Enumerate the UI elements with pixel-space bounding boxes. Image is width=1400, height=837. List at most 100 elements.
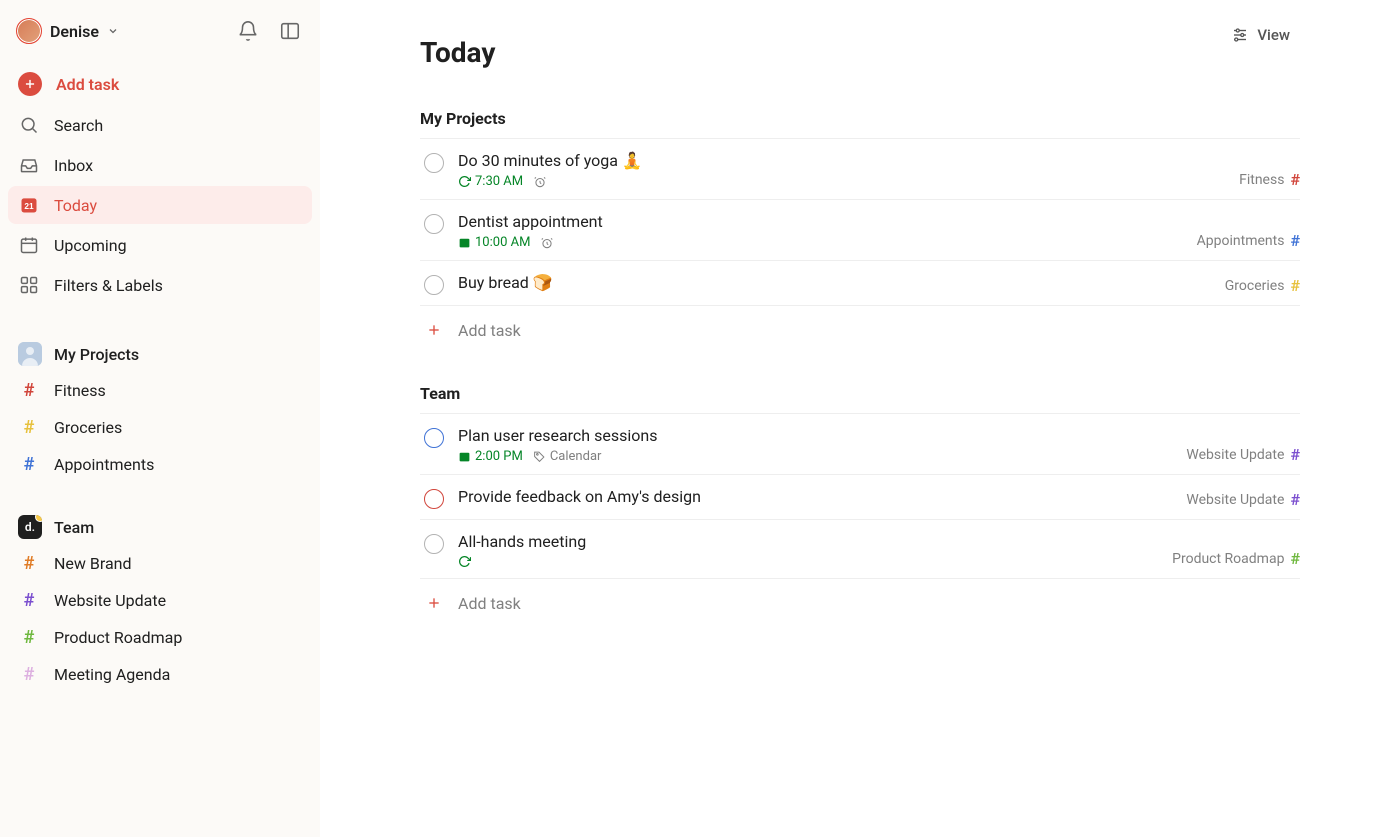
workspace-avatar: [18, 342, 42, 366]
sidebar-project-fitness[interactable]: #Fitness: [8, 372, 312, 409]
panel-icon: [279, 20, 301, 42]
calendar-small-icon: [458, 450, 471, 463]
sidebar: Denise Add task: [0, 0, 320, 837]
main: Today View My ProjectsDo 30 minutes of y…: [320, 0, 1400, 837]
project-label: Appointments: [1197, 233, 1285, 249]
task-time: 7:30 AM: [458, 174, 523, 189]
task-row[interactable]: Do 30 minutes of yoga 🧘7:30 AMFitness #: [420, 139, 1300, 200]
hash-icon: #: [18, 454, 40, 475]
task-body: Do 30 minutes of yoga 🧘7:30 AM: [458, 151, 1300, 189]
view-label: View: [1257, 26, 1290, 44]
task-project-link[interactable]: Product Roadmap#: [1172, 549, 1300, 568]
workspace-team[interactable]: d. Team: [8, 497, 312, 545]
project-label: New Brand: [54, 554, 132, 573]
task-body: Buy bread 🍞: [458, 273, 1300, 295]
bell-icon: [237, 20, 259, 42]
calendar-today-icon: 21: [18, 194, 40, 216]
nav-filters[interactable]: Filters & Labels: [8, 266, 312, 304]
user-name: Denise: [50, 22, 99, 41]
group-title: Team: [420, 384, 1300, 413]
task-title: Buy bread 🍞: [458, 273, 1300, 292]
task-project-link[interactable]: Website Update #: [1186, 490, 1300, 509]
task-title: Plan user research sessions: [458, 426, 1300, 445]
task-row[interactable]: All-hands meetingProduct Roadmap#: [420, 520, 1300, 579]
add-task-label: Add task: [458, 594, 521, 613]
reminder-icon: [540, 236, 554, 250]
workspace-label: Team: [54, 518, 94, 537]
notifications-button[interactable]: [234, 17, 262, 45]
nav-today[interactable]: 21 Today: [8, 186, 312, 224]
task-time: 10:00 AM: [458, 235, 530, 250]
sidebar-project-website-update[interactable]: # Website Update: [8, 582, 312, 619]
add-task-inline[interactable]: Add task: [420, 306, 1300, 344]
workspace-avatar: d.: [18, 515, 42, 539]
sidebar-project-product-roadmap[interactable]: #Product Roadmap: [8, 619, 312, 656]
task-checkbox[interactable]: [424, 153, 444, 173]
recurring-icon: [458, 555, 471, 568]
task-row[interactable]: Plan user research sessions 2:00 PM Calend…: [420, 414, 1300, 475]
add-task-inline[interactable]: Add task: [420, 579, 1300, 617]
sidebar-project-appointments[interactable]: # Appointments: [8, 446, 312, 483]
sidebar-project-new-brand[interactable]: # New Brand: [8, 545, 312, 582]
add-task-button[interactable]: Add task: [8, 64, 312, 104]
view-button[interactable]: View: [1221, 20, 1300, 50]
task-project-link[interactable]: Groceries #: [1225, 276, 1300, 295]
reminder-icon: [533, 175, 547, 189]
task-meta: 2:00 PM Calendar: [458, 449, 1300, 464]
task-title: Provide feedback on Amy's design: [458, 487, 1300, 506]
workspace-badge-icon: [35, 515, 42, 522]
task-row[interactable]: Provide feedback on Amy's designWebsite …: [420, 475, 1300, 520]
chevron-down-icon: [107, 25, 119, 37]
project-label: Fitness: [1239, 172, 1284, 188]
svg-text:21: 21: [24, 201, 34, 211]
task-body: Dentist appointment 10:00 AM: [458, 212, 1300, 250]
task-body: Plan user research sessions 2:00 PM Calend…: [458, 426, 1300, 464]
add-task-label: Add task: [56, 75, 119, 94]
search-icon: [18, 114, 40, 136]
calendar-icon: [18, 234, 40, 256]
nav-label: Search: [54, 116, 103, 135]
tag-icon: [533, 450, 546, 463]
hash-icon: #: [1290, 170, 1300, 189]
sidebar-project-meeting-agenda[interactable]: #Meeting Agenda: [8, 656, 312, 693]
hash-icon: #: [1290, 490, 1300, 509]
task-row[interactable]: Buy bread 🍞Groceries #: [420, 261, 1300, 306]
hash-icon: #: [18, 590, 40, 611]
task-list: Plan user research sessions 2:00 PM Calend…: [420, 413, 1300, 579]
hash-icon: #: [18, 553, 40, 574]
sliders-icon: [1231, 26, 1249, 44]
nav-upcoming[interactable]: Upcoming: [8, 226, 312, 264]
hash-icon: #: [1290, 276, 1300, 295]
task-project-link[interactable]: Website Update #: [1186, 445, 1300, 464]
sidebar-top: Denise: [8, 12, 312, 60]
task-checkbox[interactable]: [424, 534, 444, 554]
project-label: Website Update: [54, 591, 166, 610]
task-checkbox[interactable]: [424, 214, 444, 234]
nav-inbox[interactable]: Inbox: [8, 146, 312, 184]
task-project-link[interactable]: Appointments#: [1197, 231, 1300, 250]
hash-icon: #: [18, 417, 40, 438]
workspace-my-projects[interactable]: My Projects: [8, 324, 312, 372]
task-title: Dentist appointment: [458, 212, 1300, 231]
task-checkbox[interactable]: [424, 489, 444, 509]
sidebar-project-groceries[interactable]: # Groceries: [8, 409, 312, 446]
project-label: Groceries: [1225, 278, 1285, 294]
inbox-icon: [18, 154, 40, 176]
task-label[interactable]: Calendar: [533, 449, 602, 464]
task-group-team: Team Plan user research sessions 2:00 PM Ca…: [420, 384, 1300, 617]
project-label: Website Update: [1186, 492, 1284, 508]
project-label: Website Update: [1186, 447, 1284, 463]
task-time: 2:00 PM: [458, 449, 523, 464]
sidebar-toggle-button[interactable]: [276, 17, 304, 45]
project-label: Groceries: [54, 418, 122, 437]
task-checkbox[interactable]: [424, 428, 444, 448]
project-label: Appointments: [54, 455, 154, 474]
task-checkbox[interactable]: [424, 275, 444, 295]
recurring-icon: [458, 175, 471, 188]
hash-icon: #: [1290, 445, 1300, 464]
nav-label: Today: [54, 196, 97, 215]
task-row[interactable]: Dentist appointment 10:00 AM Appointments#: [420, 200, 1300, 261]
task-project-link[interactable]: Fitness #: [1239, 170, 1300, 189]
nav-search[interactable]: Search: [8, 106, 312, 144]
user-menu-button[interactable]: Denise: [12, 16, 123, 46]
